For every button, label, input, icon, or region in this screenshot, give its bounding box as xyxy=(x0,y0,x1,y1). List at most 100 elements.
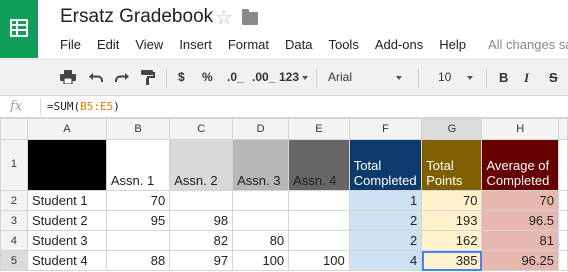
strikethrough-button[interactable]: S xyxy=(549,70,558,85)
row-header[interactable]: 4 xyxy=(0,230,28,251)
more-formats-button[interactable]: 123 xyxy=(279,70,309,84)
overflow-cell xyxy=(558,250,568,271)
undo-icon[interactable] xyxy=(88,70,104,87)
cell-f3[interactable]: 2 xyxy=(348,210,423,231)
column-header-d[interactable]: D xyxy=(232,118,290,140)
document-title[interactable]: Ersatz Gradebook xyxy=(60,6,213,28)
cell-a2[interactable]: Student 1 xyxy=(26,190,107,211)
row-header[interactable]: 3 xyxy=(0,210,28,231)
cell-f5[interactable]: 4 xyxy=(348,250,423,271)
cell-d2[interactable] xyxy=(232,190,290,211)
column-header-a[interactable]: A xyxy=(26,118,107,140)
cell-a5[interactable]: Student 4 xyxy=(26,250,107,271)
print-icon[interactable] xyxy=(60,70,76,87)
toolbar-divider xyxy=(418,69,419,88)
bold-button[interactable]: B xyxy=(499,70,508,85)
header-cell-a[interactable] xyxy=(26,139,107,191)
percent-format-button[interactable]: % xyxy=(202,70,213,84)
paint-format-icon[interactable] xyxy=(141,70,155,88)
cell-g4[interactable]: 162 xyxy=(421,230,483,251)
row-header[interactable]: 2 xyxy=(0,190,28,211)
column-header-overflow xyxy=(558,118,568,140)
menu-format[interactable]: Format xyxy=(228,37,269,55)
header-cell-h[interactable]: Average of Completed xyxy=(481,139,559,191)
overflow-cell xyxy=(558,190,568,211)
column-header-h[interactable]: H xyxy=(481,118,559,140)
redo-icon[interactable] xyxy=(114,70,130,87)
header-cell-e[interactable]: Assn. 4 xyxy=(288,139,350,191)
cell-d5[interactable]: 100 xyxy=(232,250,290,271)
currency-format-button[interactable]: $ xyxy=(178,70,185,84)
cell-g5[interactable]: 385 xyxy=(421,250,483,271)
cell-b2[interactable]: 70 xyxy=(105,190,171,211)
menu-file[interactable]: File xyxy=(60,37,81,55)
cell-g3[interactable]: 193 xyxy=(421,210,483,231)
star-icon[interactable]: ☆ xyxy=(215,5,233,30)
menu-tools[interactable]: Tools xyxy=(328,37,358,55)
cell-d4[interactable]: 80 xyxy=(232,230,290,251)
column-header-e[interactable]: E xyxy=(288,118,350,140)
menu-edit[interactable]: Edit xyxy=(97,37,119,55)
header-cell-d[interactable]: Assn. 3 xyxy=(232,139,290,191)
cell-c5[interactable]: 97 xyxy=(169,250,234,271)
header-cell-f[interactable]: Total Completed xyxy=(348,139,423,191)
cell-e3[interactable] xyxy=(288,210,350,231)
cell-h3[interactable]: 96.5 xyxy=(481,210,559,231)
formula-range-reference: B5:E5 xyxy=(80,100,114,113)
formula-prefix: =SUM( xyxy=(47,100,81,113)
grid-table: A B C D E F G H 1 Assn. 1 Assn. 2 Assn. 3 Assn. 4 Tot… xyxy=(0,118,568,271)
increase-decimal-button[interactable]: .00_ xyxy=(252,70,275,84)
column-header-b[interactable]: B xyxy=(105,118,171,140)
save-status: All changes sa xyxy=(488,37,568,52)
cell-c2[interactable] xyxy=(169,190,234,211)
cell-a3[interactable]: Student 2 xyxy=(26,210,107,231)
cell-f2[interactable]: 1 xyxy=(348,190,423,211)
folder-icon[interactable] xyxy=(242,9,258,25)
table-row: 5 Student 4 88 97 100 100 4 385 96.25 xyxy=(0,250,568,271)
font-family-select[interactable]: Arial xyxy=(328,70,408,84)
cell-e2[interactable] xyxy=(288,190,350,211)
font-size-select[interactable]: 10 xyxy=(438,70,474,84)
menu-add-ons[interactable]: Add-ons xyxy=(375,37,423,55)
column-header-f[interactable]: F xyxy=(348,118,423,140)
cell-d3[interactable] xyxy=(232,210,290,231)
cell-b4[interactable] xyxy=(105,230,171,251)
cell-b5[interactable]: 88 xyxy=(105,250,171,271)
toolbar-divider xyxy=(166,69,167,88)
toolbar-divider xyxy=(316,69,317,88)
menu-insert[interactable]: Insert xyxy=(179,37,212,55)
header-cell-c[interactable]: Assn. 2 xyxy=(169,139,234,191)
row-header[interactable]: 5 xyxy=(0,250,28,271)
menu-view[interactable]: View xyxy=(135,37,163,55)
formula-bar-divider xyxy=(40,99,41,115)
font-family-value: Arial xyxy=(328,70,353,84)
toolbar: $ % .0_ .00_ 123 Arial 10 B I S xyxy=(0,59,568,96)
select-all-corner[interactable] xyxy=(0,118,28,140)
cell-g2[interactable]: 70 xyxy=(421,190,483,211)
cell-c3[interactable]: 98 xyxy=(169,210,234,231)
row-header[interactable]: 1 xyxy=(0,139,28,191)
header-cell-b[interactable]: Assn. 1 xyxy=(105,139,171,191)
menu-bar: File Edit View Insert Format Data Tools Add-ons… xyxy=(60,37,482,55)
sheets-logo-icon[interactable] xyxy=(0,0,38,58)
cell-a4[interactable]: Student 3 xyxy=(26,230,107,251)
cell-c4[interactable]: 82 xyxy=(169,230,234,251)
cell-f4[interactable]: 2 xyxy=(348,230,423,251)
menu-data[interactable]: Data xyxy=(285,37,312,55)
header-cell-g[interactable]: Total Points xyxy=(421,139,483,191)
cell-h5[interactable]: 96.25 xyxy=(481,250,559,271)
cell-e4[interactable] xyxy=(288,230,350,251)
column-header-g[interactable]: G xyxy=(421,118,483,140)
menu-help[interactable]: Help xyxy=(439,37,466,55)
cell-h4[interactable]: 81 xyxy=(481,230,559,251)
overflow-cell xyxy=(558,210,568,231)
cell-h2[interactable]: 70 xyxy=(481,190,559,211)
fx-icon: fx xyxy=(10,99,23,114)
table-row: 3 Student 2 95 98 2 193 96.5 xyxy=(0,210,568,231)
decrease-decimal-button[interactable]: .0_ xyxy=(227,70,244,84)
cell-b3[interactable]: 95 xyxy=(105,210,171,231)
formula-input[interactable]: =SUM(B5:E5) xyxy=(47,100,120,113)
cell-e5[interactable]: 100 xyxy=(288,250,350,271)
italic-button[interactable]: I xyxy=(524,70,529,86)
column-header-c[interactable]: C xyxy=(169,118,234,140)
